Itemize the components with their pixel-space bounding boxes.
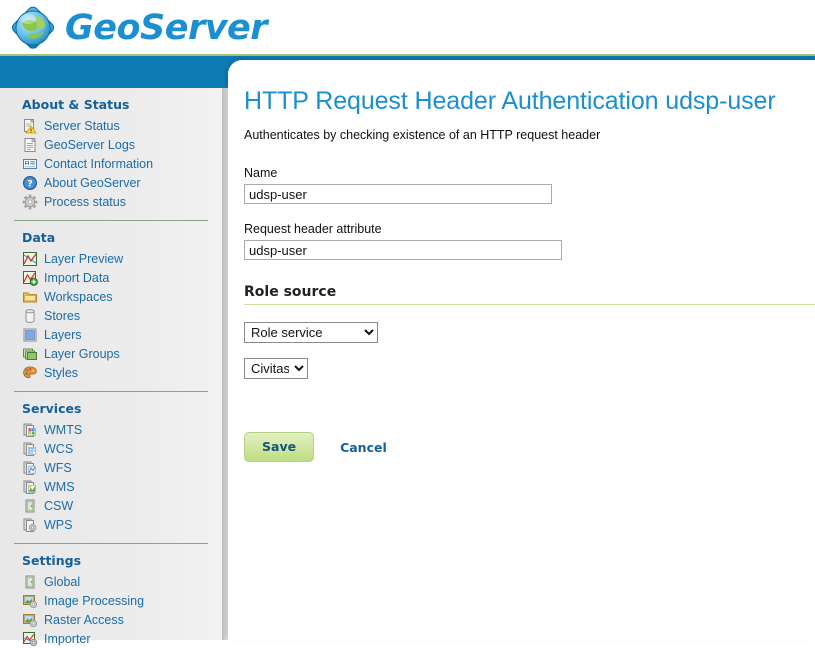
role-service-select[interactable]: Civitasdefault xyxy=(244,358,308,379)
sidebar-item-wcs[interactable]: WCS xyxy=(0,440,222,458)
sidebar-item-wps[interactable]: WPS xyxy=(0,516,222,534)
service-wms-icon xyxy=(22,479,38,495)
contact-card-icon xyxy=(22,156,38,172)
sidebar-item-wms[interactable]: WMS xyxy=(0,478,222,496)
map-add-icon xyxy=(22,270,38,286)
importer-icon xyxy=(22,631,38,647)
gear-icon xyxy=(22,194,38,210)
page-subtitle: Authenticates by checking existence of a… xyxy=(244,128,601,142)
map-preview-icon xyxy=(22,251,38,267)
service-wps-icon xyxy=(22,517,38,533)
sidebar-item-layers[interactable]: Layers xyxy=(0,326,222,344)
sidebar-item-label: Layers xyxy=(44,328,82,342)
app-header: GeoServer xyxy=(0,0,815,56)
name-field-group: Name xyxy=(244,166,815,204)
sidebar-item-server-status[interactable]: Server Status xyxy=(0,117,222,135)
sidebar-item-process-status[interactable]: Process status xyxy=(0,193,222,211)
sidebar-item-global[interactable]: Global xyxy=(0,573,222,591)
sidebar-item-label: WMS xyxy=(44,480,75,494)
sidebar-item-stores[interactable]: Stores xyxy=(0,307,222,325)
document-warning-icon xyxy=(22,118,38,134)
service-wcs-icon xyxy=(22,441,38,457)
globe-icon xyxy=(8,3,58,53)
sidebar-item-csw[interactable]: CSW xyxy=(0,497,222,515)
sidebar-item-label: Layer Groups xyxy=(44,347,120,361)
page-title: HTTP Request Header Authentication udsp-… xyxy=(244,87,776,115)
layer-stack-icon xyxy=(22,346,38,362)
sidebar-section-settings: Settings Global Image Processing Raster … xyxy=(0,544,222,648)
logo-block[interactable]: GeoServer xyxy=(8,2,268,54)
sidebar-section-about-status: About & Status Server Status GeoServer L… xyxy=(0,88,222,221)
sidebar-item-label: Global xyxy=(44,575,81,589)
raster-access-icon xyxy=(22,612,38,628)
layer-square-icon xyxy=(22,327,38,343)
service-wfs-icon xyxy=(22,460,38,476)
service-wmts-icon xyxy=(22,422,38,438)
global-icon xyxy=(22,574,38,590)
request-header-attribute-input[interactable] xyxy=(244,240,562,260)
sidebar-item-workspaces[interactable]: Workspaces xyxy=(0,288,222,306)
service-csw-icon xyxy=(22,498,38,514)
sidebar-item-label: Image Processing xyxy=(44,594,145,608)
sidebar-item-label: CSW xyxy=(44,499,74,513)
sidebar-item-styles[interactable]: Styles xyxy=(0,364,222,382)
role-source-section-rule xyxy=(244,304,815,305)
sidebar-section-title: About & Status xyxy=(22,97,130,112)
sidebar-item-label: Styles xyxy=(44,366,79,380)
sidebar-item-label: WCS xyxy=(44,442,74,456)
database-icon xyxy=(22,308,38,324)
name-field-label: Name xyxy=(244,166,278,180)
sidebar-section-title: Data xyxy=(22,230,56,245)
sidebar-item-label: Stores xyxy=(44,309,81,323)
sidebar-item-label: WMTS xyxy=(44,423,83,437)
sidebar-section-title: Settings xyxy=(22,553,82,568)
question-circle-icon: ? xyxy=(22,175,38,191)
sidebar-section-services: Services WMTS WCS WFS WMS CSW WPS xyxy=(0,392,222,544)
header-attribute-field-group: Request header attribute xyxy=(244,222,815,260)
sidebar-item-label: Process status xyxy=(44,195,126,209)
sidebar-item-label: About GeoServer xyxy=(44,176,141,190)
sidebar-item-label: Contact Information xyxy=(44,157,154,171)
sidebar-item-label: Raster Access xyxy=(44,613,124,627)
logo-text: GeoServer xyxy=(65,8,268,48)
header-attribute-field-label: Request header attribute xyxy=(244,222,382,236)
sidebar-item-label: Importer xyxy=(44,632,91,646)
sidebar-item-layer-preview[interactable]: Layer Preview xyxy=(0,250,222,268)
sidebar-section-data: Data Layer Preview Import Data Workspace… xyxy=(0,221,222,392)
sidebar-item-layer-groups[interactable]: Layer Groups xyxy=(0,345,222,363)
sidebar-item-label: Server Status xyxy=(44,119,120,133)
sidebar-item-geoserver-logs[interactable]: GeoServer Logs xyxy=(0,136,222,154)
sidebar-item-label: Workspaces xyxy=(44,290,113,304)
sidebar: About & Status Server Status GeoServer L… xyxy=(0,88,228,647)
sidebar-item-wfs[interactable]: WFS xyxy=(0,459,222,477)
sidebar-item-image-processing[interactable]: Image Processing xyxy=(0,592,222,610)
sidebar-section-title: Services xyxy=(22,401,82,416)
sidebar-item-label: WFS xyxy=(44,461,72,475)
sidebar-inner: About & Status Server Status GeoServer L… xyxy=(0,88,222,647)
sidebar-item-wmts[interactable]: WMTS xyxy=(0,421,222,439)
palette-icon xyxy=(22,365,38,381)
sidebar-item-label: Layer Preview xyxy=(44,252,124,266)
sidebar-item-contact-information[interactable]: Contact Information xyxy=(0,155,222,173)
content-panel: HTTP Request Header Authentication udsp-… xyxy=(228,60,815,640)
sidebar-item-label: Import Data xyxy=(44,271,110,285)
save-button[interactable]: Save xyxy=(244,432,315,462)
sidebar-item-label: GeoServer Logs xyxy=(44,138,136,152)
role-source-section-title: Role source xyxy=(244,284,337,300)
name-input[interactable] xyxy=(244,184,552,204)
button-row: Save Cancel xyxy=(244,432,815,462)
folder-icon xyxy=(22,289,38,305)
sidebar-item-raster-access[interactable]: Raster Access xyxy=(0,611,222,629)
sidebar-item-importer[interactable]: Importer xyxy=(0,630,222,648)
sidebar-item-label: WPS xyxy=(44,518,73,532)
cancel-button[interactable]: Cancel xyxy=(340,440,387,455)
image-processing-icon xyxy=(22,593,38,609)
document-icon xyxy=(22,137,38,153)
sidebar-item-import-data[interactable]: Import Data xyxy=(0,269,222,287)
sidebar-item-about-geoserver[interactable]: ? About GeoServer xyxy=(0,174,222,192)
svg-text:?: ? xyxy=(27,180,32,190)
role-source-select[interactable]: Role serviceUser group serviceHeader att… xyxy=(244,322,378,343)
